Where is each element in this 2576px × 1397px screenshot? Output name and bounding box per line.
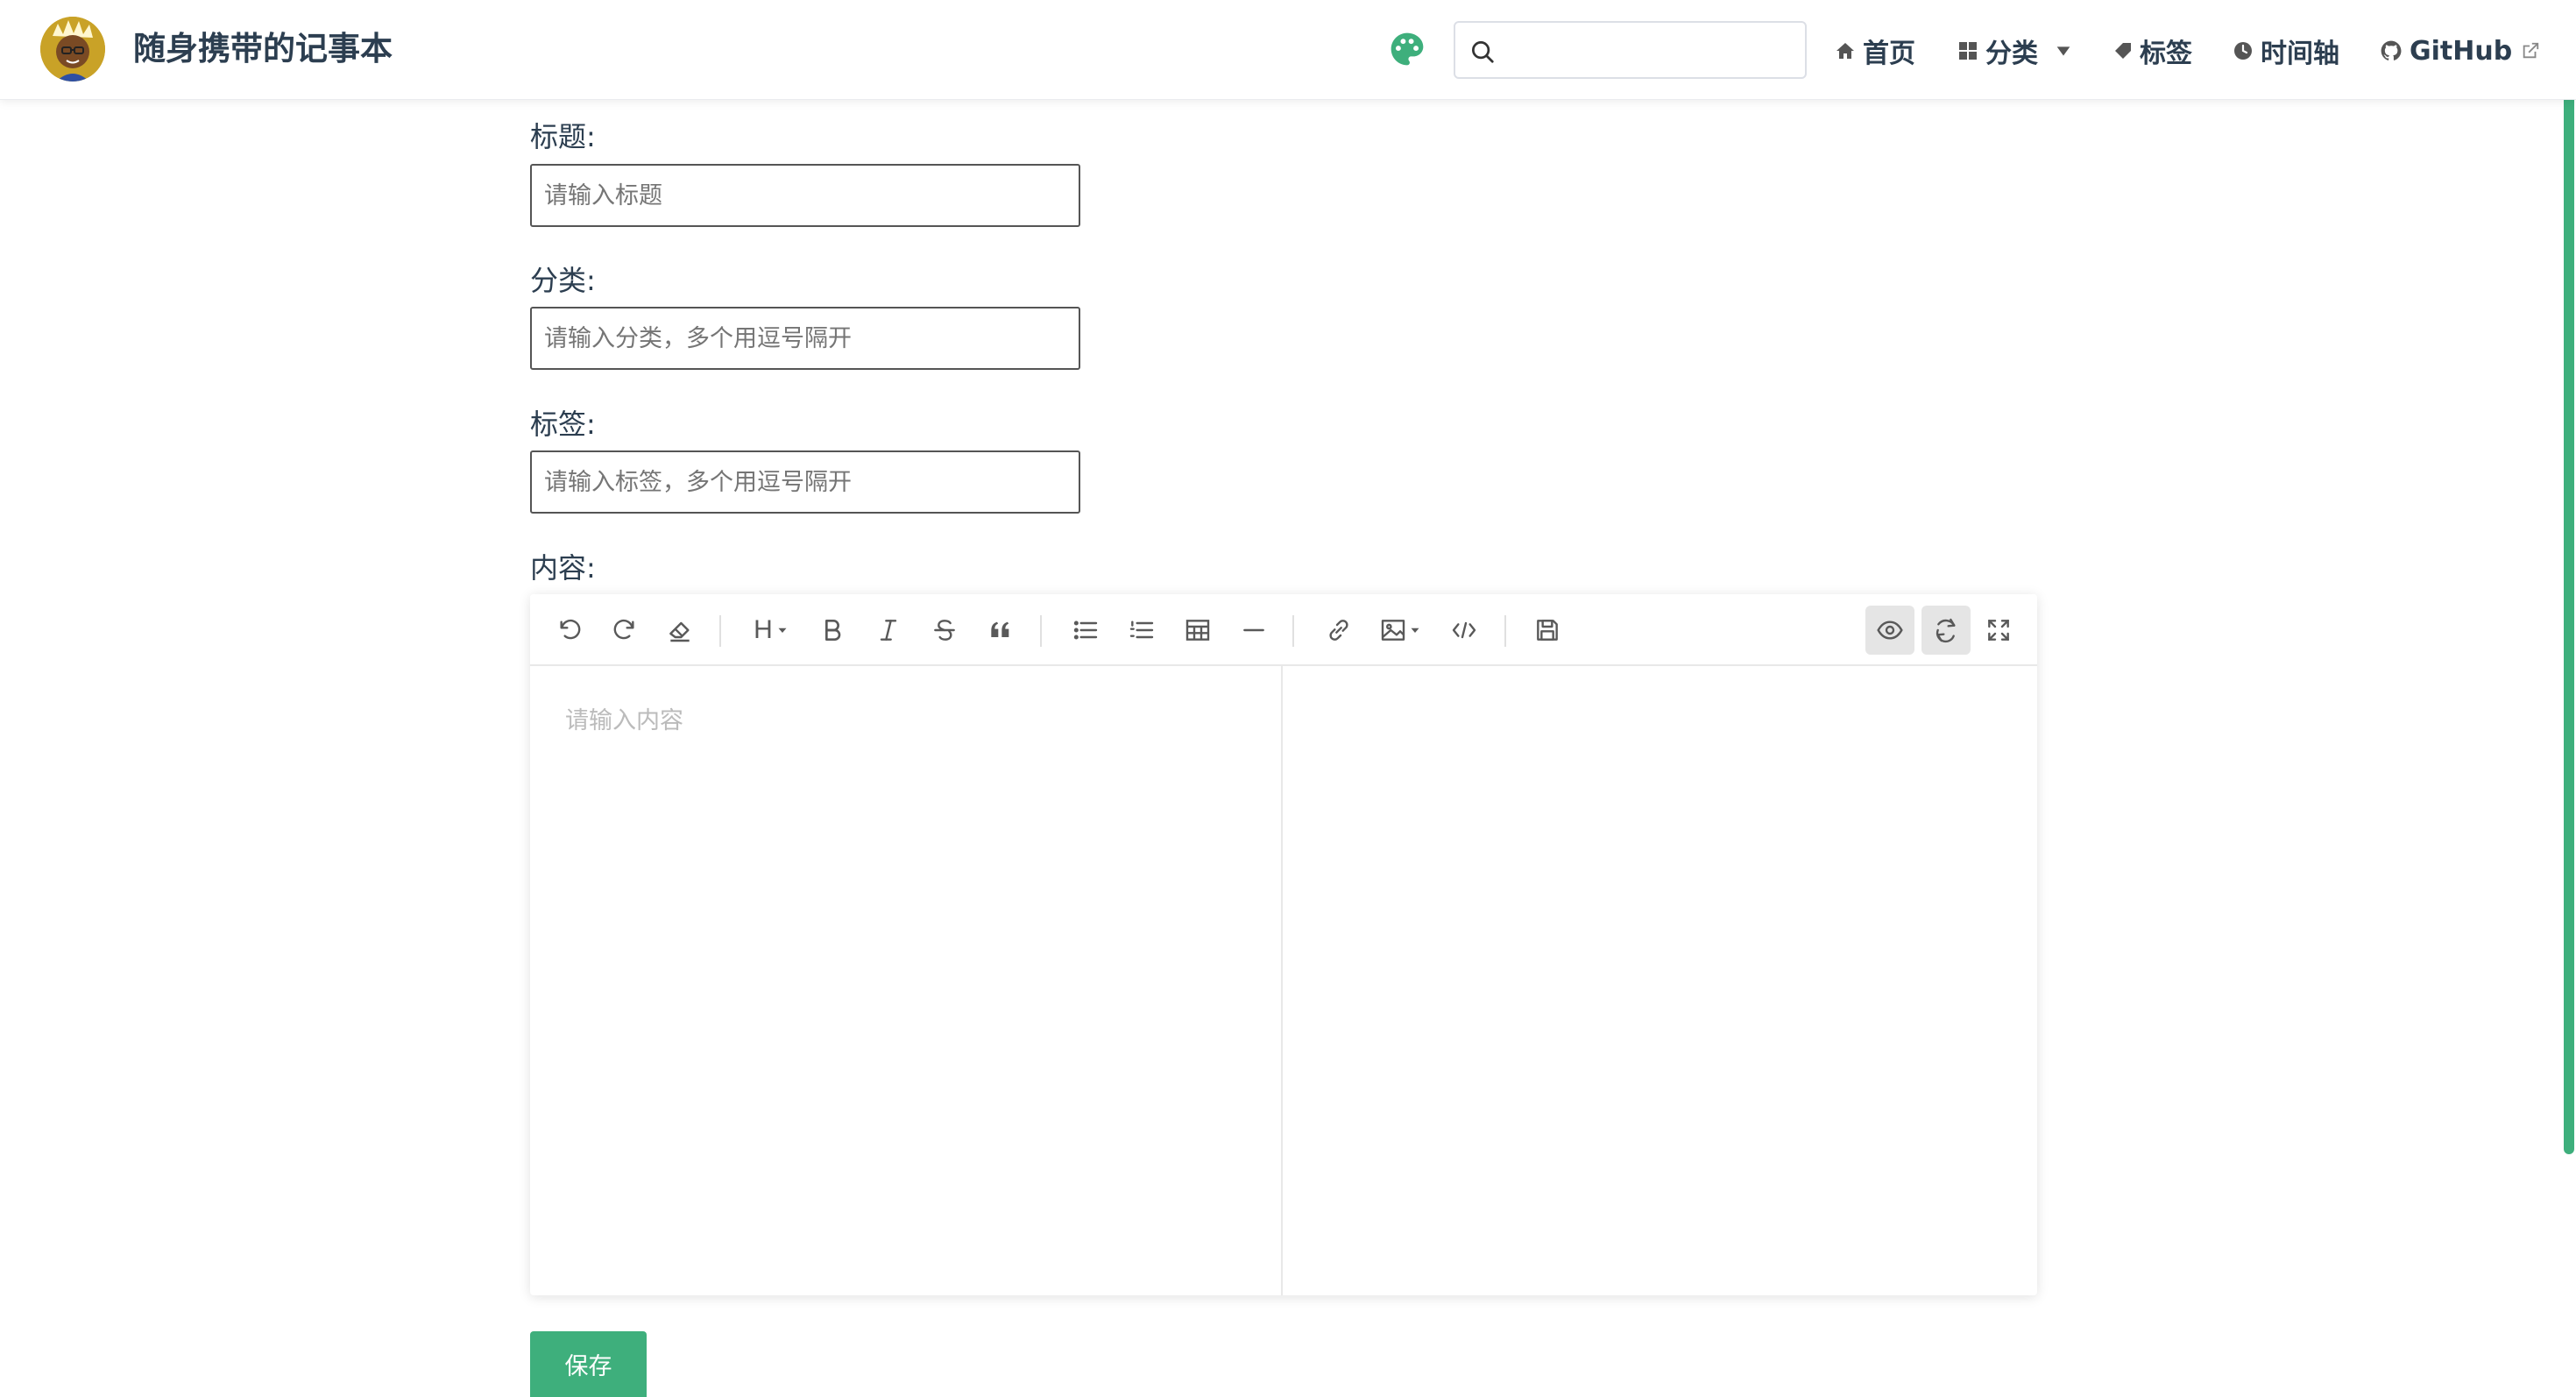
palette-icon[interactable]	[1388, 30, 1426, 68]
ordered-list-icon	[1129, 620, 1154, 639]
nav-link-tags[interactable]: 标签	[2112, 30, 2192, 72]
tags-input[interactable]	[530, 450, 1080, 514]
quote-icon	[991, 621, 1009, 637]
nav-link-timeline[interactable]: 时间轴	[2233, 30, 2339, 72]
chevron-down-icon	[2056, 46, 2070, 56]
horizontal-rule-icon	[1243, 628, 1264, 632]
fullscreen-icon	[1988, 620, 2009, 641]
link-icon	[1329, 620, 1348, 641]
editor-input-pane	[530, 666, 1283, 1295]
unordered-list-icon	[1073, 620, 1098, 640]
clock-icon	[2234, 42, 2252, 60]
tag-icon	[2115, 43, 2131, 59]
code-icon	[1452, 621, 1476, 639]
content-label: 内容:	[530, 551, 596, 585]
strikethrough-button[interactable]	[923, 608, 966, 652]
sync-icon	[1936, 618, 1956, 643]
bold-button[interactable]	[810, 608, 854, 652]
avatar-logo[interactable]	[40, 17, 105, 82]
preview-toggle-button[interactable]	[1865, 606, 1914, 655]
navbar: 随身携带的记事本 首页 分类 标签 时间轴 GitHub	[0, 0, 2576, 100]
category-label: 分类:	[530, 264, 596, 297]
title-input[interactable]	[530, 164, 1080, 227]
heading-label: H	[754, 615, 773, 644]
link-button[interactable]	[1317, 608, 1361, 652]
markdown-editor: H	[530, 594, 2037, 1295]
home-icon	[1836, 43, 1854, 59]
ordered-list-button[interactable]	[1120, 608, 1164, 652]
nav-link-home[interactable]: 首页	[1835, 30, 1915, 72]
nav-link-label: 首页	[1863, 39, 1915, 69]
nav-link-label: 时间轴	[2261, 39, 2339, 69]
table-icon	[1185, 620, 1210, 641]
table-button[interactable]	[1176, 608, 1220, 652]
image-button[interactable]	[1373, 608, 1429, 652]
eraser-icon	[669, 621, 690, 642]
toolbar-divider	[1292, 615, 1294, 647]
fullscreen-button[interactable]	[1977, 608, 2020, 652]
caret-down-icon	[778, 628, 787, 633]
title-label: 标题:	[530, 120, 596, 153]
editor-preview-pane	[1284, 666, 2037, 1295]
external-link-icon	[2523, 42, 2539, 59]
github-icon	[2381, 40, 2402, 60]
toolbar-divider	[1040, 615, 1042, 647]
nav-link-label: GitHub	[2410, 35, 2513, 67]
save-icon	[1537, 620, 1558, 641]
page-scrollbar[interactable]	[2564, 63, 2574, 1154]
toolbar-divider	[719, 615, 721, 647]
nav-link-github[interactable]: GitHub	[2380, 30, 2547, 72]
search-input[interactable]	[1504, 30, 1794, 70]
image-icon	[1381, 620, 1405, 641]
toolbar-divider	[1504, 615, 1506, 647]
site-title[interactable]: 随身携带的记事本	[133, 26, 393, 72]
italic-button[interactable]	[867, 608, 910, 652]
search-box[interactable]	[1454, 21, 1807, 79]
nav-dropdown-category[interactable]: 分类	[1957, 30, 2080, 72]
content-textarea[interactable]	[530, 666, 1283, 1295]
save-draft-button[interactable]	[1525, 608, 1569, 652]
nav-link-label: 标签	[2140, 39, 2192, 69]
save-button[interactable]: 保存	[530, 1331, 647, 1397]
unordered-list-button[interactable]	[1064, 608, 1108, 652]
tags-label: 标签:	[530, 408, 596, 441]
bold-icon	[825, 620, 841, 641]
eye-icon	[1877, 620, 1903, 640]
undo-button[interactable]	[548, 608, 591, 652]
sync-scroll-button[interactable]	[1921, 606, 1971, 655]
quote-button[interactable]	[979, 608, 1023, 652]
editor-toolbar: H	[530, 594, 2037, 666]
nav-link-label: 分类	[1985, 39, 2038, 69]
grid-icon	[1959, 42, 1977, 60]
undo-icon	[560, 619, 581, 640]
italic-icon	[880, 620, 897, 641]
redo-icon	[613, 619, 634, 640]
caret-down-icon	[1411, 628, 1419, 633]
code-button[interactable]	[1442, 608, 1486, 652]
clear-format-button[interactable]	[658, 608, 702, 652]
heading-button[interactable]: H	[744, 608, 800, 652]
redo-button[interactable]	[603, 608, 647, 652]
search-icon	[1472, 41, 1494, 63]
category-input[interactable]	[530, 307, 1080, 370]
horizontal-rule-button[interactable]	[1232, 608, 1276, 652]
strikethrough-icon	[934, 620, 955, 641]
